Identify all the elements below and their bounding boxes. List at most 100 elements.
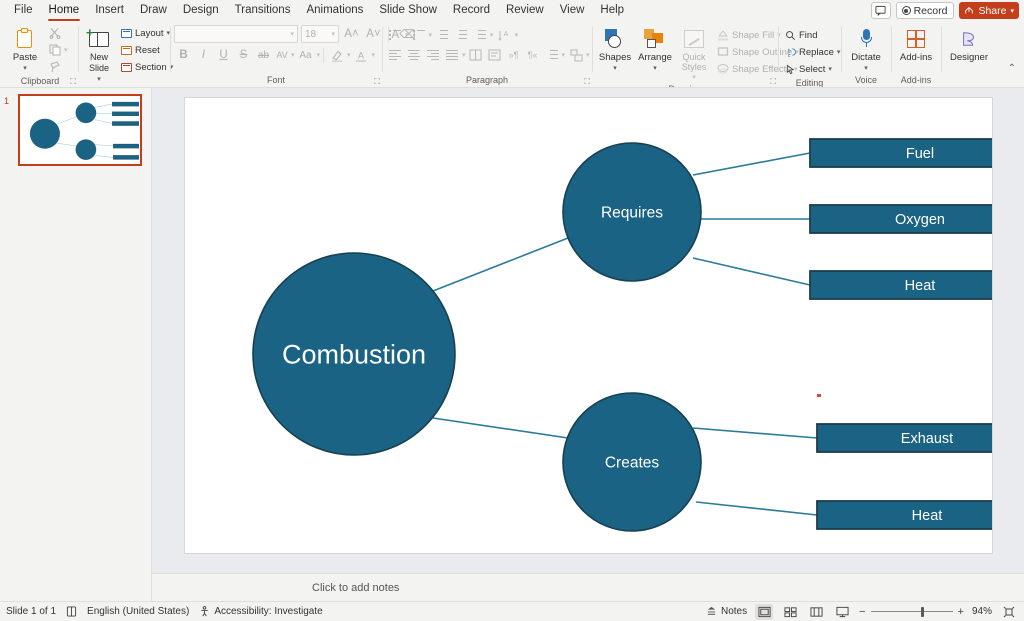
box-exhaust[interactable]: Exhaust: [815, 423, 992, 453]
box-fuel[interactable]: Fuel: [808, 138, 992, 168]
format-painter-button[interactable]: [46, 59, 71, 75]
line-spacing-icon[interactable]: [471, 26, 489, 44]
font-dialog-launcher[interactable]: ⛶: [374, 77, 380, 87]
fit-slide-icon[interactable]: [1000, 604, 1018, 620]
connector-combustion-to-creates[interactable]: [56, 143, 77, 147]
connector-combustion-to-creates[interactable]: [432, 417, 568, 439]
zoom-slider[interactable]: − +: [859, 606, 964, 618]
dictate-button[interactable]: Dictate ▾: [847, 24, 885, 74]
box-heat-requires[interactable]: [112, 121, 139, 126]
text-shadow-button[interactable]: ab: [254, 46, 273, 64]
box-heat-creates[interactable]: [113, 155, 139, 160]
box-fuel[interactable]: [112, 101, 139, 107]
clipboard-dialog-launcher[interactable]: ⛶: [70, 77, 76, 87]
align-right-icon[interactable]: [424, 46, 442, 64]
arrange-button[interactable]: Arrange ▾: [636, 24, 674, 74]
box-oxygen[interactable]: Oxygen: [808, 204, 992, 234]
bullets-icon[interactable]: [386, 26, 404, 44]
box-oxygen[interactable]: [112, 111, 139, 117]
align-left-icon[interactable]: [386, 46, 404, 64]
slide-editing-surface[interactable]: Fuel Oxygen Heat Exhaust Heat Combustion Requi…: [184, 98, 992, 553]
slide-show-view-button[interactable]: [833, 604, 851, 620]
copy-button[interactable]: ▾: [46, 42, 71, 58]
strikethrough-button[interactable]: S: [234, 46, 253, 64]
notes-button[interactable]: Notes: [706, 606, 747, 617]
record-button[interactable]: Record: [895, 2, 955, 19]
decrease-indent-icon[interactable]: [433, 26, 451, 44]
connector-combustion-to-requires[interactable]: [432, 237, 568, 292]
slide-thumbnail-pane[interactable]: 1: [0, 88, 152, 601]
thumbnail-row[interactable]: 1: [0, 94, 151, 166]
ribbon-tab-insert[interactable]: Insert: [87, 0, 132, 22]
shrink-font-icon[interactable]: A˅: [364, 25, 383, 43]
box-heat-requires[interactable]: Heat: [808, 270, 992, 300]
language-status[interactable]: English (United States): [87, 606, 189, 617]
ltr-text-icon[interactable]: ¶«: [524, 46, 542, 64]
drawing-dialog-launcher[interactable]: ⛶: [770, 77, 776, 87]
paste-button[interactable]: Paste ▾: [6, 24, 44, 74]
ribbon-tab-file[interactable]: File: [6, 0, 41, 22]
ribbon-tab-draw[interactable]: Draw: [132, 0, 175, 22]
change-case-button[interactable]: Aa: [296, 46, 316, 64]
ribbon-tab-view[interactable]: View: [552, 0, 593, 22]
box-heat-creates[interactable]: Heat: [815, 500, 992, 530]
slide-sorter-view-button[interactable]: [781, 604, 799, 620]
node-combustion[interactable]: Combustion: [251, 252, 456, 456]
font-color-icon[interactable]: A: [352, 46, 371, 64]
ribbon-tab-design[interactable]: Design: [175, 0, 227, 22]
numbering-icon[interactable]: [410, 26, 428, 44]
align-text-icon[interactable]: [486, 46, 504, 64]
new-slide-button[interactable]: + New Slide ▾: [82, 24, 116, 85]
connector-creates-to-exhaust[interactable]: [692, 427, 817, 439]
justify-icon[interactable]: [443, 46, 461, 64]
align-center-icon[interactable]: [405, 46, 423, 64]
list-level-icon[interactable]: [543, 46, 561, 64]
share-button[interactable]: Share ▾: [959, 2, 1019, 19]
notes-pane[interactable]: Click to add notes: [152, 573, 1024, 601]
slide-thumbnail-1[interactable]: [18, 94, 142, 166]
replace-button[interactable]: bc Replace ▾: [782, 44, 843, 60]
quick-styles-button[interactable]: Quick Styles ▾: [676, 24, 712, 83]
designer-button[interactable]: Designer: [947, 24, 991, 63]
ribbon-tab-record[interactable]: Record: [445, 0, 498, 22]
addins-button[interactable]: Add-ins: [897, 24, 935, 63]
select-button[interactable]: Select ▾: [782, 61, 843, 77]
italic-button[interactable]: I: [194, 46, 213, 64]
accessibility-status[interactable]: Accessibility: Investigate: [199, 606, 323, 617]
node-combustion[interactable]: [29, 118, 60, 149]
zoom-handle[interactable]: [920, 606, 924, 617]
convert-to-smartart-icon[interactable]: [567, 46, 585, 64]
font-size-input[interactable]: 18 ▾: [301, 25, 339, 43]
comment-icon[interactable]: [870, 2, 891, 19]
ribbon-tab-slide-show[interactable]: Slide Show: [371, 0, 445, 22]
node-requires[interactable]: [75, 102, 97, 124]
ribbon-tab-review[interactable]: Review: [498, 0, 552, 22]
connector-creates-to-heat-creates[interactable]: [95, 155, 114, 158]
text-highlight-icon[interactable]: [327, 46, 346, 64]
columns-icon[interactable]: [467, 46, 485, 64]
zoom-out-button[interactable]: −: [859, 606, 865, 618]
section-button[interactable]: Section ▾: [118, 59, 176, 75]
cut-button[interactable]: [46, 25, 71, 41]
collapse-ribbon-icon[interactable]: ⌃: [1008, 63, 1016, 74]
connector-requires-to-fuel[interactable]: [692, 152, 810, 176]
connector-requires-to-fuel[interactable]: [94, 103, 113, 108]
zoom-in-button[interactable]: +: [958, 606, 964, 618]
zoom-level[interactable]: 94%: [972, 606, 992, 617]
ribbon-tab-animations[interactable]: Animations: [298, 0, 371, 22]
font-name-input[interactable]: ▾: [174, 25, 298, 43]
text-direction-icon[interactable]: A: [496, 26, 514, 44]
ribbon-tab-home[interactable]: Home: [41, 0, 88, 22]
paragraph-dialog-launcher[interactable]: ⛶: [584, 77, 590, 87]
grow-font-icon[interactable]: A˄: [342, 25, 361, 43]
bold-button[interactable]: B: [174, 46, 193, 64]
shapes-button[interactable]: Shapes ▾: [596, 24, 634, 74]
rtl-text-icon[interactable]: »¶: [505, 46, 523, 64]
reading-view-button[interactable]: [807, 604, 825, 620]
normal-view-button[interactable]: [755, 603, 774, 620]
box-exhaust[interactable]: [113, 143, 139, 149]
accessibility-icon[interactable]: [66, 606, 77, 617]
connector-requires-to-heat-requires[interactable]: [692, 257, 810, 286]
ribbon-tab-transitions[interactable]: Transitions: [227, 0, 299, 22]
node-requires[interactable]: Requires: [561, 142, 702, 282]
